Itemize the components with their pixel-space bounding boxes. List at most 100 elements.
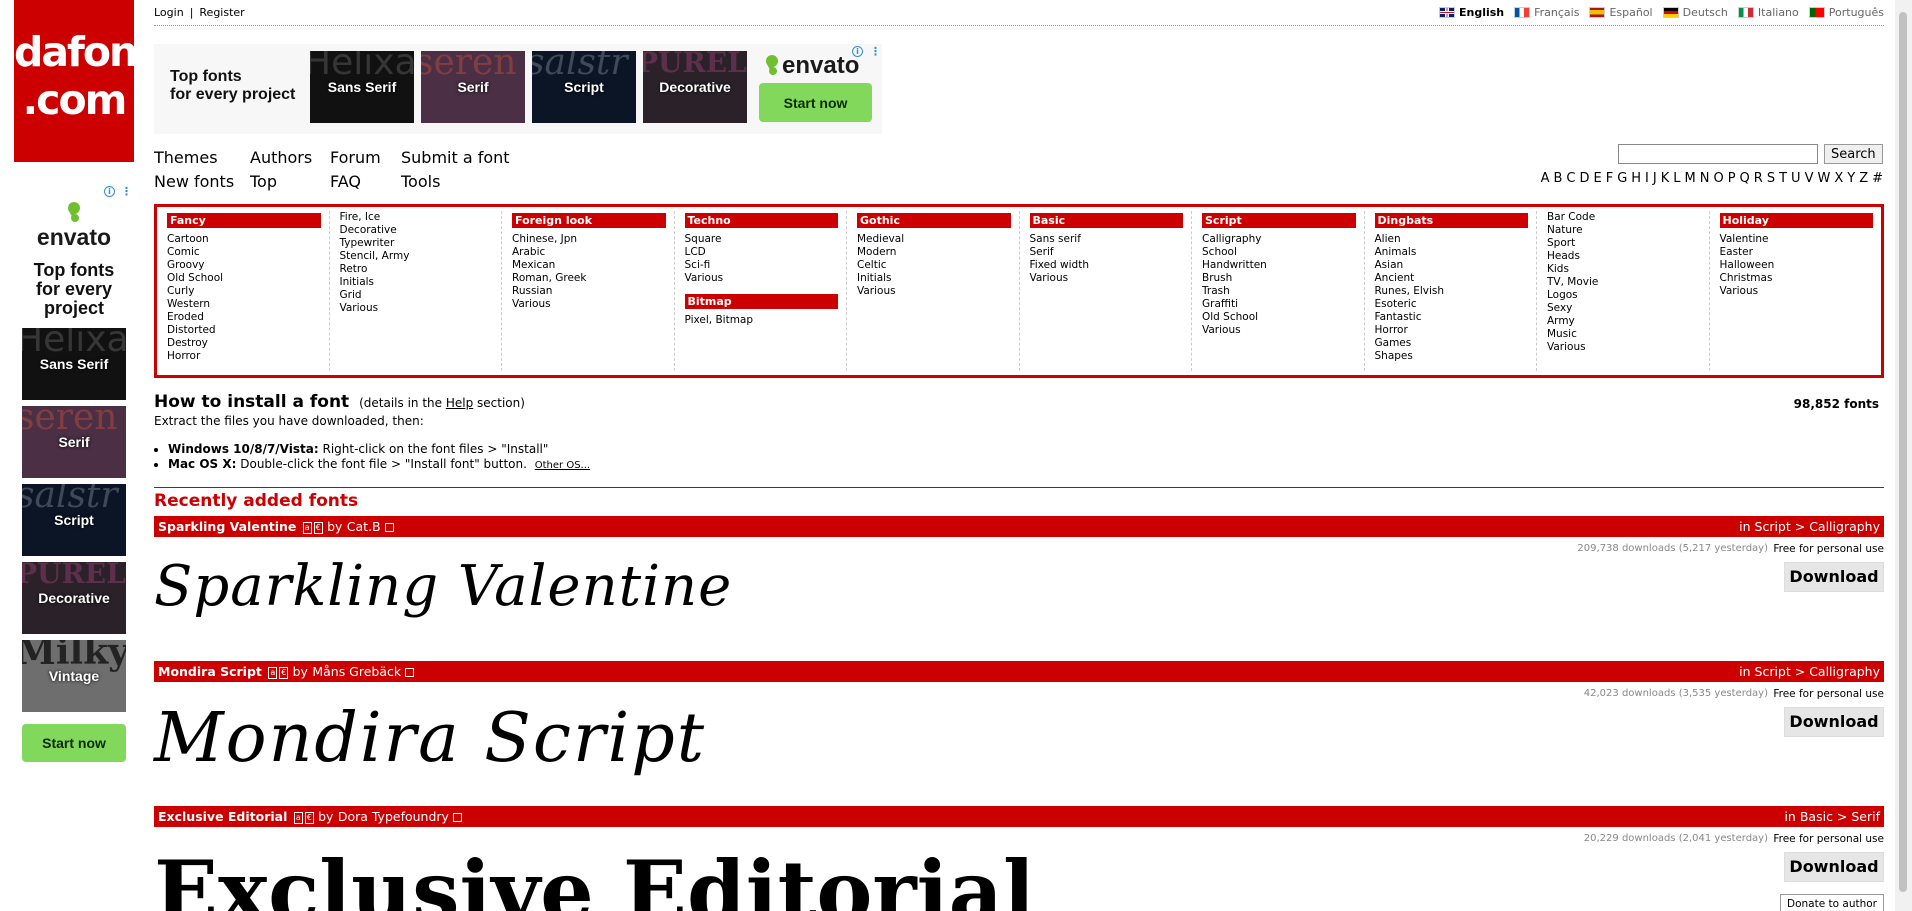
category-item[interactable]: Runes, Elvish — [1375, 285, 1445, 297]
category-item[interactable]: Various — [1720, 285, 1759, 297]
lang-espanol[interactable]: Español — [1589, 6, 1653, 19]
alpha-link-a[interactable]: A — [1541, 171, 1550, 186]
category-item[interactable]: Retro — [340, 263, 368, 275]
other-os-link[interactable]: Other OS... — [535, 460, 590, 471]
ad-info-icon[interactable]: i — [104, 186, 115, 197]
nav-faq[interactable]: FAQ — [330, 172, 361, 191]
lang-english[interactable]: English — [1438, 6, 1504, 19]
category-item[interactable]: Initials — [857, 272, 892, 284]
alpha-link-q[interactable]: Q — [1740, 171, 1750, 186]
side-tile-sans-serif[interactable]: Helixa Sans Serif — [22, 328, 126, 400]
category-item[interactable]: Fantastic — [1375, 311, 1422, 323]
category-item[interactable]: Various — [340, 302, 379, 314]
category-item[interactable]: Handwritten — [1202, 259, 1267, 271]
category-item[interactable]: Nature — [1547, 224, 1583, 236]
category-item[interactable]: Logos — [1547, 289, 1578, 301]
category-item[interactable]: Comic — [167, 246, 200, 258]
category-item[interactable]: Heads — [1547, 250, 1580, 262]
category-item[interactable]: Destroy — [167, 337, 208, 349]
top-start-now-button[interactable]: Start now — [759, 83, 872, 122]
category-item[interactable]: Initials — [340, 276, 375, 288]
login-link[interactable]: Login — [154, 6, 184, 19]
alpha-link-d[interactable]: D — [1579, 171, 1589, 186]
category-item[interactable]: Easter — [1720, 246, 1753, 258]
category-item[interactable]: Brush — [1202, 272, 1232, 284]
category-item[interactable]: Sexy — [1547, 302, 1572, 314]
alpha-link-z[interactable]: Z — [1859, 171, 1868, 186]
font-name-link[interactable]: Mondira Script — [158, 664, 262, 679]
alpha-link-o[interactable]: O — [1713, 171, 1723, 186]
dafont-logo[interactable]: dafont .com — [14, 0, 156, 162]
register-link[interactable]: Register — [199, 6, 244, 19]
category-item[interactable]: Square — [685, 233, 722, 245]
category-item[interactable]: Fire, Ice — [340, 211, 381, 223]
external-link-icon[interactable] — [405, 668, 415, 677]
category-item[interactable]: Asian — [1375, 259, 1404, 271]
category-item[interactable]: Graffiti — [1202, 298, 1238, 310]
external-link-icon[interactable] — [384, 523, 394, 532]
alpha-link-m[interactable]: M — [1685, 171, 1696, 186]
alpha-link-f[interactable]: F — [1606, 171, 1613, 186]
font-preview[interactable]: Sparkling Valentine — [154, 554, 732, 619]
alpha-link-p[interactable]: P — [1728, 171, 1736, 186]
category-item[interactable]: Eroded — [167, 311, 204, 323]
category-item[interactable]: Typewriter — [340, 237, 395, 249]
category-item[interactable]: Celtic — [857, 259, 887, 271]
category-item[interactable]: Sport — [1547, 237, 1575, 249]
alpha-link-j[interactable]: J — [1653, 171, 1657, 186]
category-item[interactable]: Various — [1547, 341, 1586, 353]
category-item[interactable]: Shapes — [1375, 350, 1413, 362]
alpha-link-w[interactable]: W — [1817, 171, 1830, 186]
alpha-link-r[interactable]: R — [1754, 171, 1763, 186]
category-item[interactable]: Ancient — [1375, 272, 1415, 284]
side-tile-serif[interactable]: seren soron Serif — [22, 406, 126, 478]
category-item[interactable]: TV, Movie — [1547, 276, 1598, 288]
author-link[interactable]: Cat.B — [347, 519, 381, 534]
nav-authors[interactable]: Authors — [250, 148, 312, 167]
side-tile-vintage[interactable]: Milky Vintage Vintage — [22, 640, 126, 712]
nav-forum[interactable]: Forum — [330, 148, 381, 167]
alpha-link-u[interactable]: U — [1791, 171, 1801, 186]
nav-themes[interactable]: Themes — [154, 148, 218, 167]
ad-info-icon[interactable]: i — [852, 46, 863, 57]
category-item[interactable]: Distorted — [167, 324, 216, 336]
search-button[interactable]: Search — [1824, 144, 1883, 164]
category-item[interactable]: Animals — [1375, 246, 1417, 258]
category-item[interactable]: Esoteric — [1375, 298, 1417, 310]
category-item[interactable]: Modern — [857, 246, 896, 258]
alpha-link-n[interactable]: N — [1700, 171, 1710, 186]
category-heading[interactable]: Foreign look — [512, 213, 666, 228]
category-item[interactable]: Sans serif — [1030, 233, 1081, 245]
search-input[interactable] — [1618, 144, 1818, 164]
category-item[interactable]: Music — [1547, 328, 1577, 340]
category-item[interactable]: Chinese, Jpn — [512, 233, 577, 245]
alpha-link-l[interactable]: L — [1673, 171, 1680, 186]
category-heading[interactable]: Holiday — [1719, 213, 1873, 228]
category-item[interactable]: Various — [1030, 272, 1069, 284]
category-item[interactable]: Grid — [340, 289, 362, 301]
category-item[interactable]: Horror — [1375, 324, 1408, 336]
alpha-link-g[interactable]: G — [1617, 171, 1627, 186]
category-item[interactable]: Russian — [512, 285, 552, 297]
category-item[interactable]: Fixed width — [1030, 259, 1090, 271]
category-heading[interactable]: Script — [1202, 213, 1356, 228]
top-tile-script[interactable]: salstr Script — [532, 51, 636, 123]
category-item[interactable]: Stencil, Army — [340, 250, 410, 262]
category-item[interactable]: Trash — [1202, 285, 1230, 297]
help-link[interactable]: Help — [446, 396, 473, 410]
category-item[interactable]: Curly — [167, 285, 194, 297]
category-heading[interactable]: Basic — [1029, 213, 1183, 228]
font-name-link[interactable]: Exclusive Editorial — [158, 809, 287, 824]
lang-deutsch[interactable]: Deutsch — [1662, 6, 1728, 19]
alpha-link-c[interactable]: C — [1566, 171, 1575, 186]
font-name-link[interactable]: Sparkling Valentine — [158, 519, 296, 534]
category-item[interactable]: Mexican — [512, 259, 555, 271]
category-item[interactable]: Games — [1375, 337, 1412, 349]
category-item[interactable]: Roman, Greek — [512, 272, 586, 284]
nav-submit-font[interactable]: Submit a font — [401, 148, 510, 167]
category-item[interactable]: Halloween — [1720, 259, 1775, 271]
category-heading[interactable]: Gothic — [857, 213, 1011, 228]
category-item[interactable]: Calligraphy — [1202, 233, 1261, 245]
category-item[interactable]: Army — [1547, 315, 1575, 327]
category-item[interactable]: Old School — [1202, 311, 1258, 323]
